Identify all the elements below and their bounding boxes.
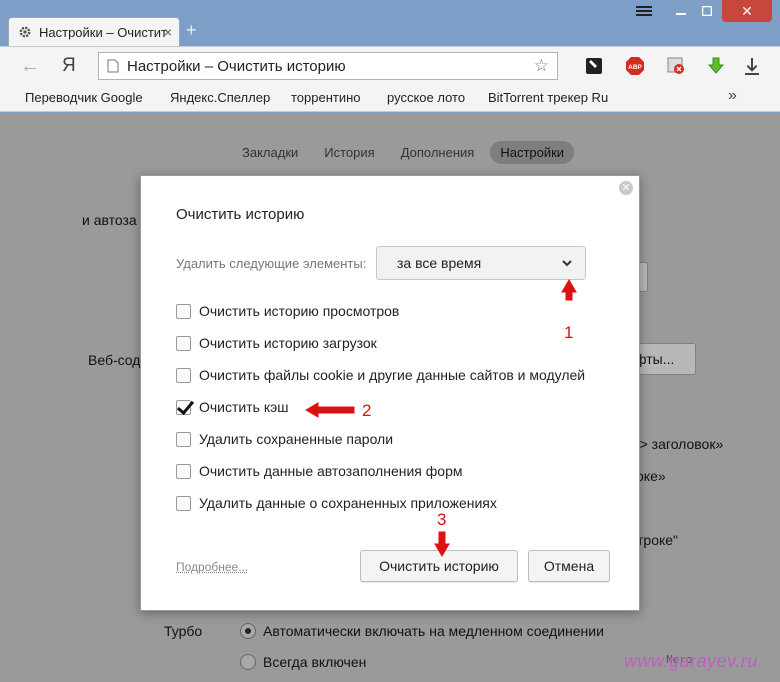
annotation-step-3: 3 (437, 510, 447, 529)
annotation-step-2: 2 (362, 401, 372, 420)
annotation-layer (305, 279, 577, 557)
browser-window: Настройки – Очистит × + ✕ ← Я Настройки … (0, 0, 780, 682)
annotation-arrow-3 (434, 531, 450, 557)
annotation-step-1: 1 (564, 323, 574, 342)
annotation-arrow-1 (561, 279, 577, 301)
annotation-arrow-2 (305, 402, 355, 418)
